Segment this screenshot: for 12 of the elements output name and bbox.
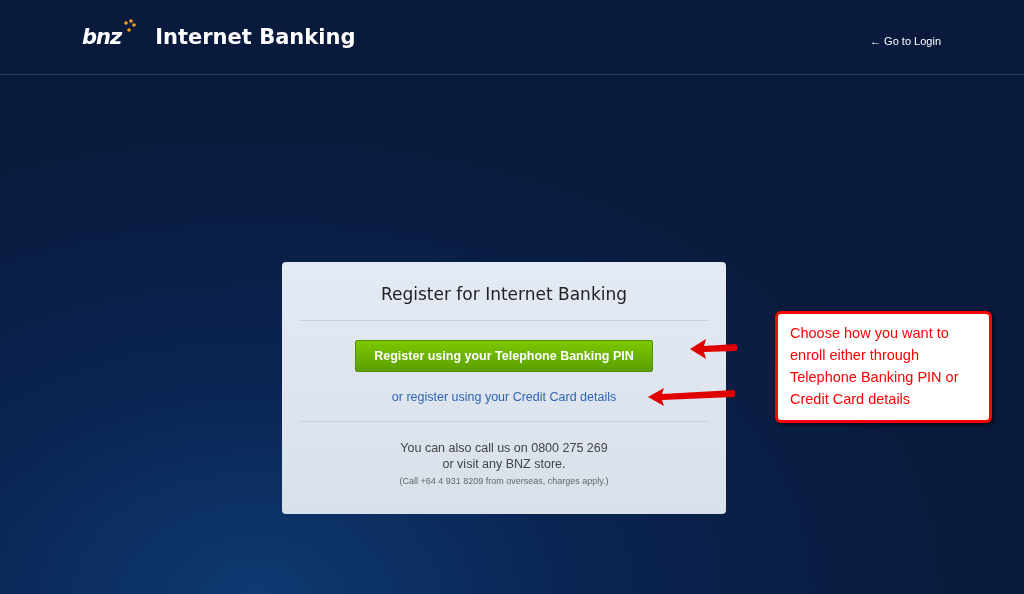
card-title: Register for Internet Banking xyxy=(380,284,628,304)
stars-icon xyxy=(121,19,138,35)
overseas-note: (Call +64 4 931 8209 from overseas, charges apply.) xyxy=(399,476,609,486)
contact-text: You can also call us on 0800 275 269 or visit any BNZ store. xyxy=(400,440,608,472)
credit-card-link[interactable]: or register using your Credit Card details xyxy=(391,390,617,404)
arrow-icon xyxy=(688,337,740,361)
annotation-callout: Choose how you want to enroll either through Telephone Banking PIN or Credit Card details xyxy=(775,311,992,423)
arrow-icon xyxy=(646,386,738,408)
register-pin-button[interactable]: Register using your Telephone Banking PIN xyxy=(355,340,653,372)
app-title: Internet Banking xyxy=(155,25,356,49)
logo-text: bnz xyxy=(82,25,122,49)
login-link[interactable]: ← Go to Login xyxy=(870,35,941,47)
